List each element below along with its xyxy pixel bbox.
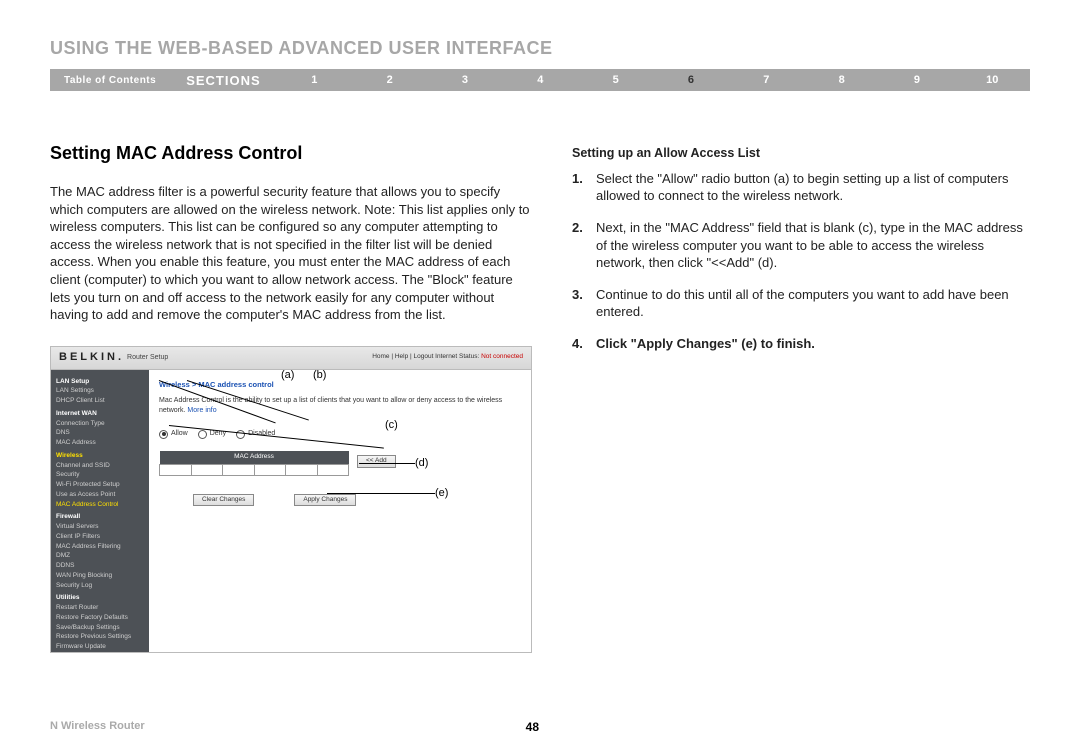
- side-group-header[interactable]: Wireless: [56, 451, 144, 461]
- side-link[interactable]: Use as Access Point: [56, 490, 144, 500]
- side-link[interactable]: Save/Backup Settings: [56, 623, 144, 633]
- side-group-header[interactable]: Utilities: [56, 593, 144, 603]
- nav-item-3[interactable]: 3: [427, 74, 502, 86]
- nav-item-2[interactable]: 2: [352, 74, 427, 86]
- anno-d: (d): [415, 456, 428, 471]
- nav-item-5[interactable]: 5: [578, 74, 653, 86]
- shot-title: Router Setup: [127, 353, 168, 362]
- side-link[interactable]: System Settings: [56, 652, 144, 653]
- side-link[interactable]: DMZ: [56, 551, 144, 561]
- anno-b: (b): [313, 368, 326, 383]
- nav-item-1[interactable]: 1: [277, 74, 352, 86]
- side-link[interactable]: MAC Address Filtering: [56, 542, 144, 552]
- footer-model: N Wireless Router: [50, 720, 145, 734]
- anno-c: (c): [385, 418, 398, 433]
- step-3: 3.Continue to do this until all of the c…: [572, 286, 1030, 321]
- steps-list: 1.Select the "Allow" radio button (a) to…: [572, 170, 1030, 352]
- side-link[interactable]: Security Log: [56, 581, 144, 591]
- mac-header: MAC Address: [160, 451, 349, 464]
- nav-toc[interactable]: Table of Contents: [50, 75, 170, 86]
- right-heading: Setting up an Allow Access List: [572, 145, 1030, 162]
- side-link[interactable]: Connection Type: [56, 419, 144, 429]
- radio-allow[interactable]: Allow: [159, 429, 188, 438]
- side-link[interactable]: Virtual Servers: [56, 522, 144, 532]
- side-group-header[interactable]: Firewall: [56, 512, 144, 522]
- anno-e: (e): [435, 486, 448, 501]
- mac-input-6[interactable]: [318, 465, 349, 474]
- nav-item-7[interactable]: 7: [729, 74, 804, 86]
- more-info-link[interactable]: More info: [187, 407, 216, 414]
- side-link[interactable]: LAN Settings: [56, 386, 144, 396]
- step-1: 1.Select the "Allow" radio button (a) to…: [572, 170, 1030, 205]
- side-group-header[interactable]: Internet WAN: [56, 409, 144, 419]
- apply-changes-button[interactable]: Apply Changes: [294, 494, 356, 507]
- side-link[interactable]: WAN Ping Blocking: [56, 571, 144, 581]
- shot-header: BELKIN. Router Setup Home | Help | Logou…: [51, 347, 531, 370]
- mac-table: MAC Address: [159, 451, 349, 476]
- side-group-header[interactable]: LAN Setup: [56, 377, 144, 387]
- belkin-logo: BELKIN.: [59, 350, 121, 365]
- radio-row: Allow Deny Disabled: [159, 429, 521, 438]
- page-number: 48: [526, 720, 539, 734]
- router-screenshot: BELKIN. Router Setup Home | Help | Logou…: [50, 346, 532, 653]
- side-link[interactable]: Firmware Update: [56, 642, 144, 652]
- shot-main: Wireless > MAC address control Mac Addre…: [149, 370, 531, 653]
- side-link[interactable]: Security: [56, 470, 144, 480]
- shot-sidebar: LAN SetupLAN SettingsDHCP Client List Int…: [51, 370, 149, 653]
- page-footer: N Wireless Router 48: [50, 720, 1030, 734]
- side-link[interactable]: Restore Previous Settings: [56, 632, 144, 642]
- side-link[interactable]: Channel and SSID: [56, 461, 144, 471]
- side-link[interactable]: Wi-Fi Protected Setup: [56, 480, 144, 490]
- shot-toplinks[interactable]: Home | Help | Logout Internet Status: No…: [372, 353, 523, 362]
- mac-input-2[interactable]: [192, 465, 223, 474]
- add-button[interactable]: << Add: [357, 455, 396, 468]
- nav-sections-label: SECTIONS: [170, 73, 276, 88]
- step-4: 4.Click "Apply Changes" (e) to finish.: [572, 335, 1030, 353]
- clear-changes-button[interactable]: Clear Changes: [193, 494, 254, 507]
- anno-a: (a): [281, 368, 294, 383]
- section-nav: Table of Contents SECTIONS 1 2 3 4 5 6 7…: [50, 69, 1030, 91]
- nav-item-6[interactable]: 6: [653, 74, 728, 86]
- side-link[interactable]: Restore Factory Defaults: [56, 613, 144, 623]
- nav-item-10[interactable]: 10: [955, 74, 1030, 86]
- side-link[interactable]: DDNS: [56, 561, 144, 571]
- mac-input-3[interactable]: [223, 465, 254, 474]
- side-link[interactable]: Restart Router: [56, 603, 144, 613]
- step-2: 2.Next, in the "MAC Address" field that …: [572, 219, 1030, 272]
- side-link[interactable]: Client IP Filters: [56, 532, 144, 542]
- section-body: The MAC address filter is a powerful sec…: [50, 183, 532, 323]
- side-link[interactable]: MAC Address Control: [56, 500, 144, 510]
- nav-item-9[interactable]: 9: [879, 74, 954, 86]
- mac-input-4[interactable]: [255, 465, 286, 474]
- nav-item-4[interactable]: 4: [503, 74, 578, 86]
- chapter-title: USING THE WEB-BASED ADVANCED USER INTERF…: [50, 38, 1030, 59]
- mac-input-5[interactable]: [286, 465, 317, 474]
- side-link[interactable]: MAC Address: [56, 438, 144, 448]
- side-link[interactable]: DNS: [56, 428, 144, 438]
- side-link[interactable]: DHCP Client List: [56, 396, 144, 406]
- mac-input-1[interactable]: [160, 465, 191, 474]
- section-heading: Setting MAC Address Control: [50, 141, 532, 165]
- nav-item-8[interactable]: 8: [804, 74, 879, 86]
